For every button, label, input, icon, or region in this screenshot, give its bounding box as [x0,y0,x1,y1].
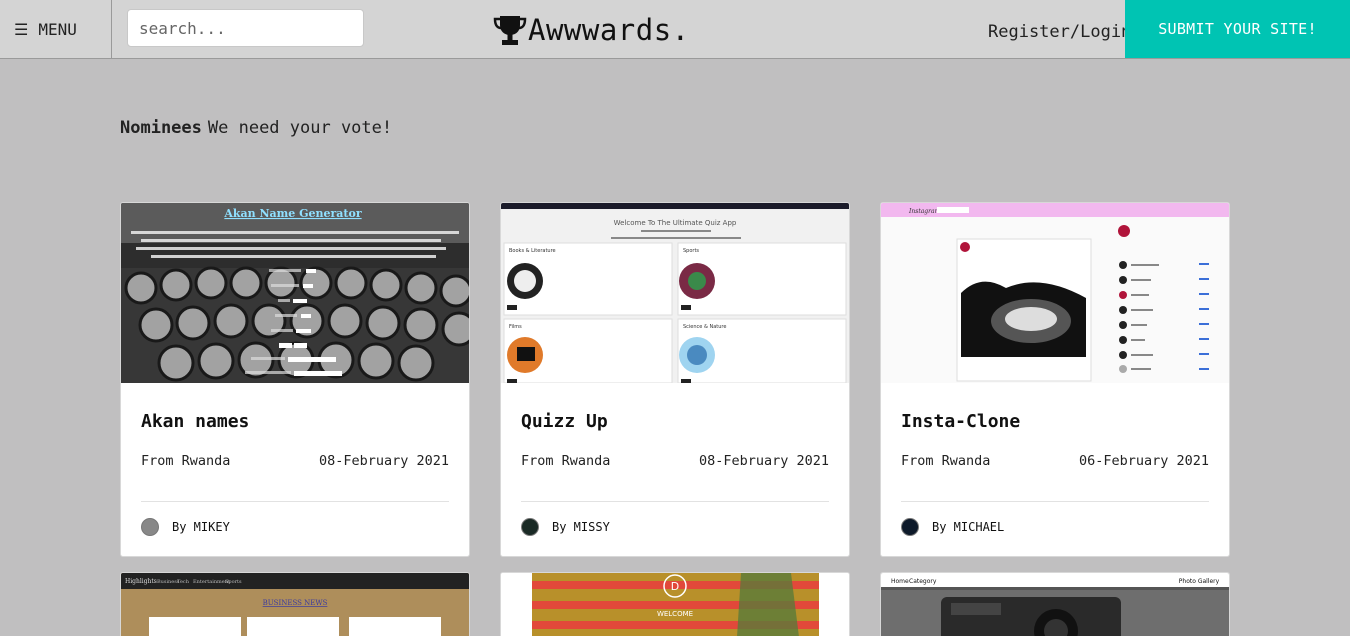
project-card[interactable]: Instagram Insta-Clone From Rwanda 06-Feb… [880,202,1230,557]
author-avatar[interactable] [141,518,159,536]
author-avatar[interactable] [521,518,539,536]
project-author[interactable]: By MISSY [552,520,610,534]
hamburger-icon: ☰ [14,19,29,39]
thumb-category: Science & Nature [683,324,726,330]
thumb-nav-item: Category [909,578,937,585]
project-card[interactable]: Highlights Business Tech Entertainment S… [120,572,470,636]
thumb-heading: BUSINESS NEWS [263,599,328,607]
thumb-brand: Instagram [908,208,941,215]
card-divider [141,501,449,502]
thumb-heading: Akan Name Generator [223,207,361,220]
nominees-label: Nominees [120,118,202,138]
brand-name: Awwwards. [528,13,690,47]
project-screenshot[interactable]: Welcome To The Ultimate Quiz App Books &… [501,203,849,383]
top-navbar: ☰ MENU Awwwards. Register/Login SUBMIT Y… [0,0,1350,59]
project-author[interactable]: By MICHAEL [932,520,1004,534]
project-title[interactable]: Insta-Clone [901,411,1020,432]
project-country: From Rwanda [141,453,231,469]
project-title[interactable]: Quizz Up [521,411,608,432]
thumb-nav-item: Home [891,578,909,585]
project-screenshot[interactable]: Home Category Photo Gallery [881,573,1229,636]
thumb-nav-item: Photo Gallery [1179,578,1220,585]
project-date: 08-February 2021 [318,453,449,469]
thumb-nav-item: Tech [177,579,190,585]
project-card[interactable]: D WELCOME [500,572,850,636]
project-screenshot[interactable]: Instagram [881,203,1229,383]
project-title[interactable]: Akan names [141,411,249,432]
author-avatar[interactable] [901,518,919,536]
project-date: 06-February 2021 [1078,453,1209,469]
project-card[interactable]: Akan Name Generator Akan names From Rwan… [120,202,470,557]
project-screenshot[interactable]: D WELCOME [501,573,849,636]
project-screenshot[interactable]: Highlights Business Tech Entertainment S… [121,573,469,636]
project-country: From Rwanda [901,453,991,469]
project-card[interactable]: Home Category Photo Gallery [880,572,1230,636]
thumb-nav-item: Highlights [125,578,157,585]
section-heading: Nominees We need your vote! [120,118,392,138]
project-country: From Rwanda [521,453,611,469]
card-divider [521,501,829,502]
thumb-heading: WELCOME [657,610,693,618]
project-card[interactable]: Welcome To The Ultimate Quiz App Books &… [500,202,850,557]
project-date: 08-February 2021 [698,453,829,469]
menu-label: MENU [38,19,77,39]
thumb-logo: D [671,580,679,593]
thumb-heading: Welcome To The Ultimate Quiz App [614,219,737,227]
thumb-category: Sports [683,248,699,254]
brand-logo[interactable]: Awwwards. [492,12,690,48]
card-divider [901,501,1209,502]
trophy-icon [493,16,527,45]
project-author[interactable]: By MIKEY [172,520,230,534]
search-input[interactable] [127,9,364,47]
thumb-category: Films [509,324,522,330]
register-login-link[interactable]: Register/Login [988,22,1131,42]
thumb-nav-item: Sports [225,579,242,585]
project-screenshot[interactable]: Akan Name Generator [121,203,469,383]
thumb-category: Books & Literature [509,248,556,254]
menu-button[interactable]: ☰ MENU [0,0,112,58]
vote-tagline: We need your vote! [207,118,393,138]
submit-site-button[interactable]: SUBMIT YOUR SITE! [1125,0,1350,58]
